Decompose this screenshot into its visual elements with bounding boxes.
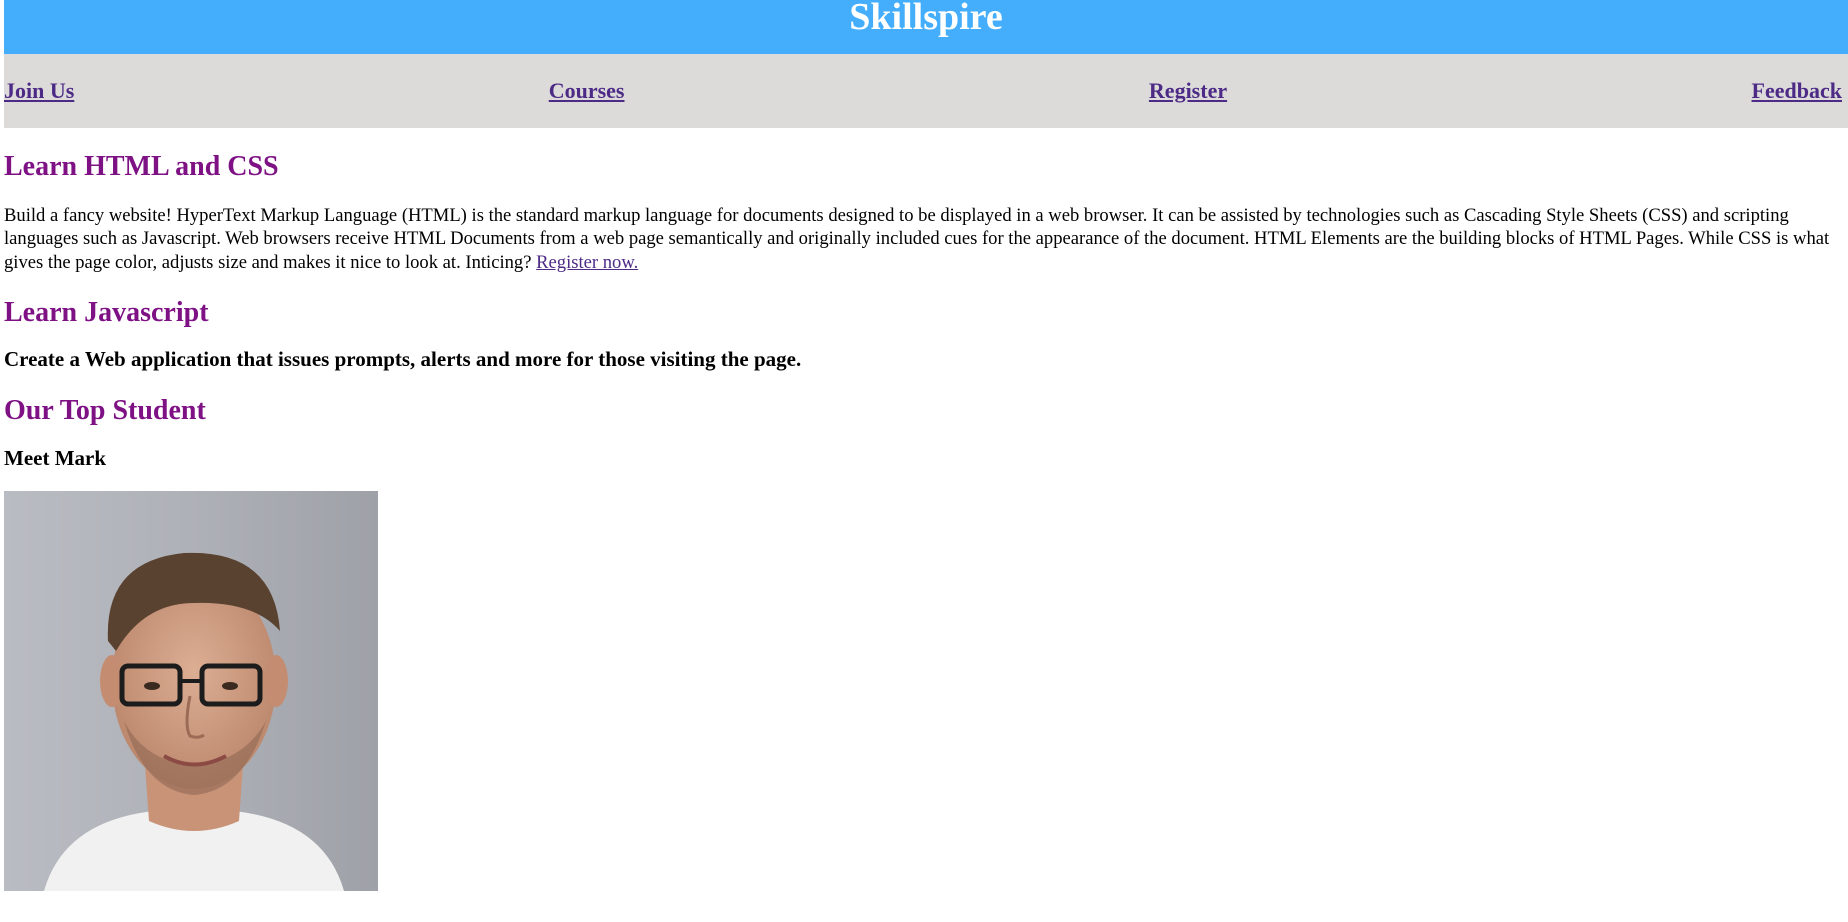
- site-title: Skillspire: [849, 0, 1003, 38]
- html-css-description: Build a fancy website! HyperText Markup …: [4, 204, 1848, 274]
- section-heading-html-css: Learn HTML and CSS: [4, 151, 279, 182]
- section-heading-top-student: Our Top Student: [4, 394, 206, 426]
- top-student-name: Meet Mark: [4, 445, 107, 470]
- nav-link-feedback[interactable]: Feedback: [1752, 78, 1842, 104]
- section-heading-javascript: Learn Javascript: [4, 296, 209, 328]
- nav-link-join-us[interactable]: Join Us: [4, 78, 74, 104]
- nav-link-courses[interactable]: Courses: [549, 78, 625, 104]
- main-content: Learn HTML and CSS Build a fancy website…: [4, 128, 1848, 891]
- student-photo: [4, 490, 378, 891]
- nav-link-register[interactable]: Register: [1149, 78, 1227, 104]
- student-photo-wrapper: [4, 490, 1848, 891]
- register-now-link[interactable]: Register now.: [536, 252, 638, 273]
- page: Skillspire Join Us Courses Register Feed…: [4, 0, 1848, 891]
- html-css-description-text: Build a fancy website! HyperText Markup …: [4, 205, 1830, 273]
- nav-bar: Join Us Courses Register Feedback: [4, 54, 1848, 128]
- site-banner: Skillspire: [4, 0, 1848, 54]
- javascript-description: Create a Web application that issues pro…: [4, 346, 802, 371]
